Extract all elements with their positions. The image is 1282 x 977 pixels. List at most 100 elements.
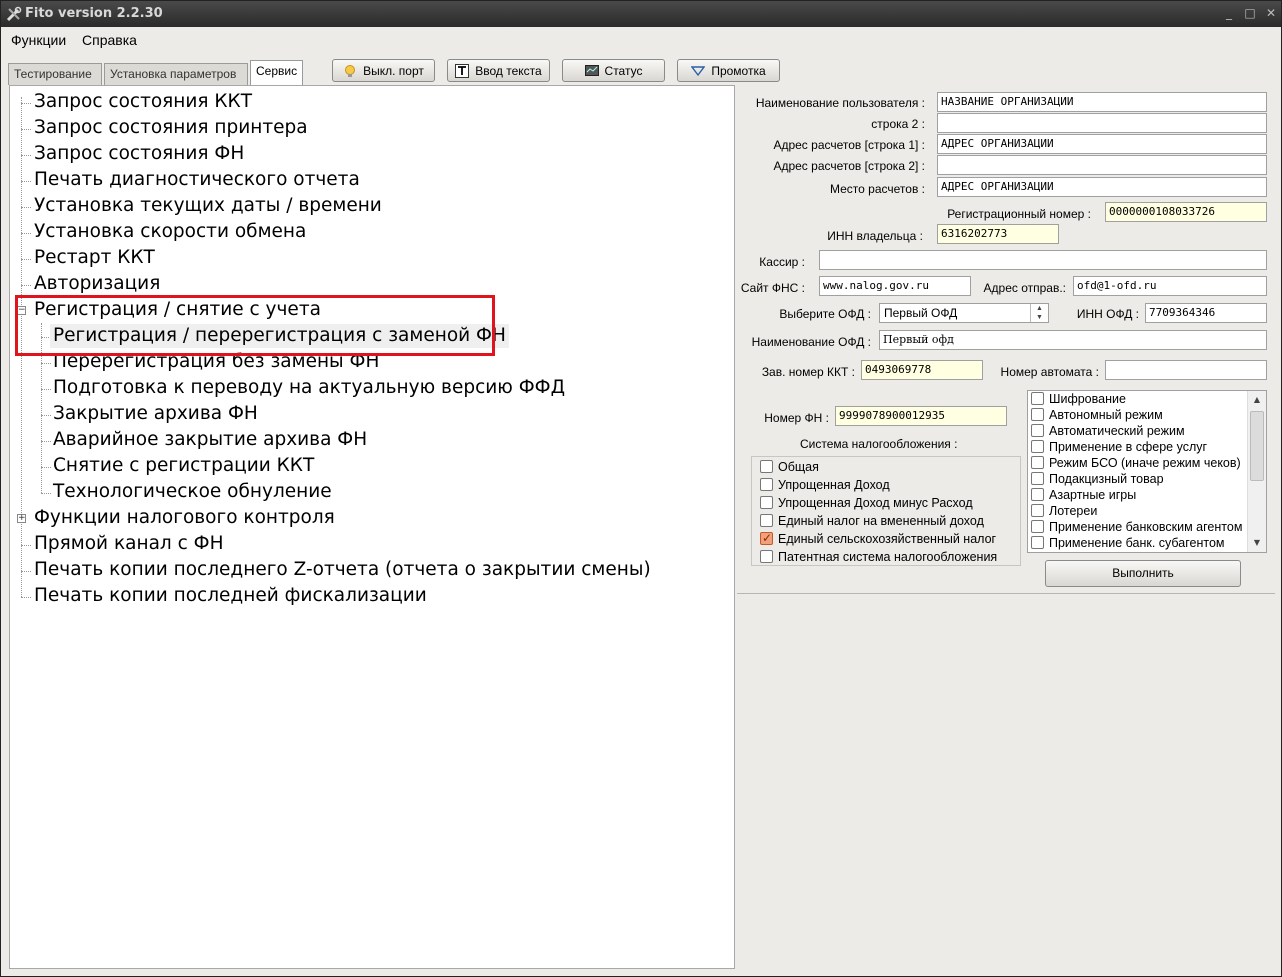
inn-owner-field[interactable]: 6316202773 [937, 224, 1059, 244]
checkbox-icon [1031, 520, 1044, 534]
scroll-down-icon[interactable]: ▼ [1249, 535, 1265, 551]
tree-item[interactable]: Закрытие архива ФН [53, 402, 258, 426]
feed-button[interactable]: Промотка [677, 59, 780, 82]
tree-item-tax-control[interactable]: Функции налогового контроля [34, 506, 335, 530]
tree-item[interactable]: Печать копии последней фискализации [34, 584, 427, 608]
tree-item[interactable]: Снятие с регистрации ККТ [53, 454, 314, 478]
tree-line [41, 363, 51, 364]
minimize-icon[interactable]: _ [1220, 5, 1238, 21]
ofd-select[interactable]: Первый ОФД ▲ ▼ [879, 303, 1049, 323]
kkt-number-label: Зав. номер ККТ : [761, 365, 855, 379]
inn-owner-label: ИНН владельца : [827, 229, 923, 243]
expand-icon[interactable]: + [17, 514, 26, 523]
checkbox-label: Лотереи [1049, 504, 1098, 518]
tree-line [21, 545, 31, 546]
tax-checkbox-simplified-income[interactable]: Упрощенная Доход [760, 477, 890, 495]
checkbox-icon [1031, 392, 1044, 406]
ofd-name-field[interactable]: Первый офд [879, 330, 1267, 350]
ofd-select-value: Первый ОФД [884, 306, 958, 320]
port-off-button[interactable]: Выкл. порт [332, 59, 435, 82]
checkbox-icon [1031, 472, 1044, 486]
tree-line [41, 441, 51, 442]
checkbox-icon [1031, 408, 1044, 422]
maximize-icon[interactable]: □ [1241, 5, 1259, 21]
kkt-number-field[interactable]: 0493069778 [861, 360, 983, 380]
tree-item[interactable]: Аварийное закрытие архива ФН [53, 428, 367, 452]
scroll-thumb[interactable] [1250, 411, 1264, 481]
mode-checkbox[interactable]: Применение банк. субагентом [1031, 535, 1225, 553]
sender-label: Адрес отправ.: [983, 281, 1066, 295]
checkbox-label: Автоматический режим [1049, 424, 1185, 438]
checkbox-icon [1031, 504, 1044, 518]
tree-item[interactable]: Установка текущих даты / времени [34, 194, 382, 218]
line2-label: строка 2 : [871, 117, 925, 131]
checkbox-label: Азартные игры [1049, 488, 1137, 502]
tax-system-label: Система налогообложения : [800, 437, 958, 451]
scrollbar[interactable]: ▲ ▼ [1247, 391, 1266, 552]
menu-help[interactable]: Справка [82, 32, 137, 48]
tab-testing[interactable]: Тестирование [8, 63, 102, 85]
address1-field[interactable]: АДРЕС ОРГАНИЗАЦИИ [937, 134, 1267, 154]
checkbox-icon [1031, 456, 1044, 470]
tree-item[interactable]: Установка скорости обмена [34, 220, 306, 244]
place-field[interactable]: АДРЕС ОРГАНИЗАЦИИ [937, 177, 1267, 197]
text-input-button[interactable]: Ввод текста [447, 59, 550, 82]
line2-field[interactable] [937, 113, 1267, 133]
close-icon[interactable]: ✕ [1262, 5, 1280, 21]
tree-item[interactable]: Печать диагностического отчета [34, 168, 360, 192]
text-icon [455, 63, 470, 78]
address2-field[interactable] [937, 155, 1267, 175]
tree-item[interactable]: Рестарт ККТ [34, 246, 155, 270]
app-window: Fito version 2.2.30 _ □ ✕ Функции Справк… [0, 0, 1282, 977]
tab-service[interactable]: Сервис [250, 60, 303, 85]
sender-field[interactable]: ofd@1-ofd.ru [1073, 276, 1267, 296]
tax-checkbox-patent[interactable]: Патентная система налогообложения [760, 549, 997, 567]
tree-line [21, 285, 31, 286]
checkbox-label: Общая [778, 460, 819, 474]
cashier-field[interactable] [819, 250, 1267, 270]
address1-label: Адрес расчетов [строка 1] : [773, 138, 925, 152]
checkbox-label: Применение банк. субагентом [1049, 536, 1225, 550]
fns-site-label: Сайт ФНС : [740, 281, 805, 295]
tree-line [21, 129, 31, 130]
tree-item[interactable]: Авторизация [34, 272, 160, 296]
scroll-up-icon[interactable]: ▲ [1249, 392, 1265, 408]
menu-functions[interactable]: Функции [11, 32, 66, 48]
checkbox-label: Упрощенная Доход минус Расход [778, 496, 973, 510]
status-label: Статус [604, 63, 643, 78]
regnum-field[interactable]: 0000000108033726 [1105, 202, 1267, 222]
execute-button[interactable]: Выполнить [1045, 560, 1241, 587]
inn-ofd-field[interactable]: 7709364346 [1145, 303, 1267, 323]
spinner-arrows-icon[interactable]: ▲ ▼ [1030, 304, 1048, 322]
status-button[interactable]: Статус [562, 59, 665, 82]
tree-item[interactable]: Печать копии последнего Z-отчета (отчета… [34, 558, 651, 582]
checkbox-label: Патентная система налогообложения [778, 550, 998, 564]
tax-checkbox-eshn[interactable]: Единый сельскохозяйственный налог [760, 530, 996, 549]
tax-checkbox-envd[interactable]: Единый налог на вмененный доход [760, 513, 984, 531]
tax-checkbox-simplified-income-expense[interactable]: Упрощенная Доход минус Расход [760, 495, 973, 513]
monitor-icon [584, 64, 599, 76]
ofd-select-label: Выберите ОФД : [779, 307, 871, 321]
tree-item[interactable]: Прямой канал с ФН [34, 532, 224, 556]
tree-item[interactable]: Подготовка к переводу на актуальную верс… [53, 376, 565, 400]
checkbox-icon [1031, 424, 1044, 438]
user-name-field[interactable]: НАЗВАНИЕ ОРГАНИЗАЦИИ [937, 92, 1267, 112]
window-title: Fito version 2.2.30 [25, 6, 163, 21]
fn-number-field[interactable]: 9999078900012935 [835, 406, 1007, 426]
tree-line [21, 571, 31, 572]
text-input-label: Ввод текста [475, 63, 542, 78]
checkbox-label: Упрощенная Доход [778, 478, 890, 492]
tree-item[interactable]: Запрос состояния ФН [34, 142, 244, 166]
tax-checkbox-general[interactable]: Общая [760, 459, 819, 477]
fns-site-field[interactable]: www.nalog.gov.ru [819, 276, 971, 296]
checkbox-label: Подакцизный товар [1049, 472, 1164, 486]
automat-field[interactable] [1105, 360, 1267, 380]
tree-item[interactable]: Запрос состояния ККТ [34, 90, 252, 114]
cashier-label: Кассир : [759, 255, 805, 269]
tree-item[interactable]: Запрос состояния принтера [34, 116, 308, 140]
tree-line [41, 415, 51, 416]
tree-item[interactable]: Технологическое обнуление [53, 480, 332, 504]
tab-settings[interactable]: Установка параметров [104, 63, 248, 85]
tree-line [41, 493, 51, 494]
tree-line [21, 155, 31, 156]
